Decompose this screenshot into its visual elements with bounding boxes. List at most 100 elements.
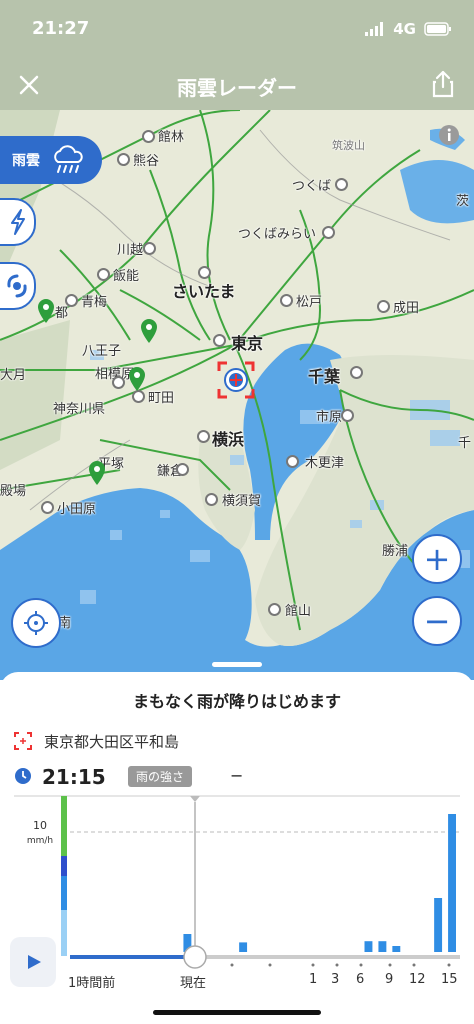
sheet-drag-handle[interactable] <box>212 662 262 667</box>
intensity-scale-mid <box>61 856 67 876</box>
city-dot <box>341 409 354 422</box>
weather-station-pin-icon[interactable] <box>36 298 56 324</box>
map-label: 青梅 <box>81 295 108 310</box>
intensity-scale-low <box>61 910 67 956</box>
play-button[interactable] <box>10 937 56 987</box>
city-dot <box>213 334 226 347</box>
city-dot <box>143 242 156 255</box>
rain-bar <box>448 814 456 952</box>
timeline-tick-dot <box>359 963 363 967</box>
lightning-icon <box>11 209 25 235</box>
map-label: 横須賀 <box>222 494 262 509</box>
current-location-button[interactable] <box>11 598 61 648</box>
map-label: つくば <box>292 179 332 194</box>
map-label: 横浜 <box>212 430 245 449</box>
rain-bar <box>392 946 401 952</box>
map-label: 川越 <box>117 243 144 258</box>
map-label: 神奈川県 <box>53 402 106 417</box>
timeline-thumb[interactable] <box>183 945 207 969</box>
map-label: 茨 <box>456 194 470 209</box>
typhoon-icon <box>7 274 27 298</box>
map-label: 成田 <box>393 301 420 316</box>
timeline-tick-dot <box>311 963 315 967</box>
xtick-label: 6 <box>356 972 365 987</box>
selected-location-marker-icon[interactable] <box>217 361 255 399</box>
rain-bar <box>434 898 443 952</box>
map-label: 館林 <box>158 130 185 145</box>
location-name: 東京都大田区平和島 <box>44 733 180 751</box>
map-label: 木更津 <box>305 456 345 471</box>
city-dot <box>286 455 299 468</box>
xtick-label: 現在 <box>180 976 207 991</box>
current-time-caret <box>190 796 200 802</box>
battery-icon <box>424 22 451 36</box>
xtick-label: 15 <box>441 972 458 987</box>
rain-layer-label: 雨雲 <box>12 153 40 169</box>
rain-intensity-value: − <box>230 766 244 785</box>
zoom-in-button[interactable]: + <box>412 534 462 584</box>
zoom-out-label: − <box>423 602 451 640</box>
forecast-time: 21:15 <box>42 765 106 789</box>
map-label: 殿場 <box>0 484 27 499</box>
xtick-label: 1 <box>309 972 318 987</box>
zoom-in-label: + <box>423 540 451 578</box>
city-dot <box>142 130 155 143</box>
rain-bar <box>378 941 387 952</box>
city-dot <box>322 226 335 239</box>
city-dot <box>205 493 218 506</box>
city-dot <box>97 268 110 281</box>
map-label: 千 <box>458 436 472 451</box>
crosshair-icon <box>24 611 48 635</box>
map-label: さいたま <box>172 282 236 301</box>
status-time: 21:27 <box>32 18 90 39</box>
weather-station-pin-icon[interactable] <box>127 366 147 392</box>
clock-icon <box>15 768 31 784</box>
zoom-out-button[interactable]: − <box>412 596 462 646</box>
radar-map[interactable]: 館林 熊谷 筑波山 つくば つくばみらい 川越 飯能 さいたま 青梅 松戸 成田… <box>0 110 474 680</box>
info-icon[interactable] <box>438 124 460 146</box>
ytick-10: 10 <box>33 819 47 832</box>
timeline-tick-dot <box>335 963 339 967</box>
weather-station-pin-icon[interactable] <box>139 318 159 344</box>
city-dot <box>377 300 390 313</box>
timeline-tick-dot <box>230 963 234 967</box>
city-dot <box>280 294 293 307</box>
city-dot <box>268 603 281 616</box>
city-dot <box>197 430 210 443</box>
forecast-headline: まもなく雨が降りはじめます <box>132 692 341 711</box>
map-label: 八王子 <box>82 344 122 359</box>
intensity-scale-top <box>61 796 67 856</box>
rain-intensity-badge: 雨の強さ <box>128 766 193 787</box>
page-title: 雨雲レーダー <box>177 76 297 100</box>
map-label: 松戸 <box>296 295 323 310</box>
share-icon[interactable] <box>432 70 454 98</box>
timeline-tick-dot <box>412 963 416 967</box>
map-label: 市原 <box>316 410 343 425</box>
city-dot <box>335 178 348 191</box>
map-label: 千葉 <box>308 367 341 386</box>
map-label: 大月 <box>0 368 27 383</box>
map-label: 筑波山 <box>332 139 365 152</box>
signal-icon <box>365 22 384 36</box>
xtick-label: 1時間前 <box>68 976 116 991</box>
xtick-label: 9 <box>385 972 394 987</box>
status-bar: 21:27 4G <box>0 0 474 60</box>
map-label: 館山 <box>285 604 312 619</box>
rain-layer-button[interactable]: 雨雲 <box>0 136 102 184</box>
status-icons: 4G <box>365 20 452 38</box>
y-unit-label: mm/h <box>27 836 53 846</box>
city-dot <box>65 294 78 307</box>
map-label: 勝浦 <box>382 544 409 559</box>
rain-forecast-chart[interactable]: 10 mm/h <box>0 790 474 970</box>
map-label: 東京 <box>231 334 264 353</box>
city-dot <box>117 153 130 166</box>
map-label: 飯能 <box>113 269 140 284</box>
network-label: 4G <box>393 20 416 38</box>
location-target-icon <box>14 732 32 750</box>
city-dot <box>176 463 189 476</box>
rain-bar <box>239 942 248 952</box>
map-label: 小田原 <box>57 502 97 517</box>
weather-station-pin-icon[interactable] <box>87 460 107 486</box>
city-dot <box>41 501 54 514</box>
map-label: 熊谷 <box>133 154 160 169</box>
